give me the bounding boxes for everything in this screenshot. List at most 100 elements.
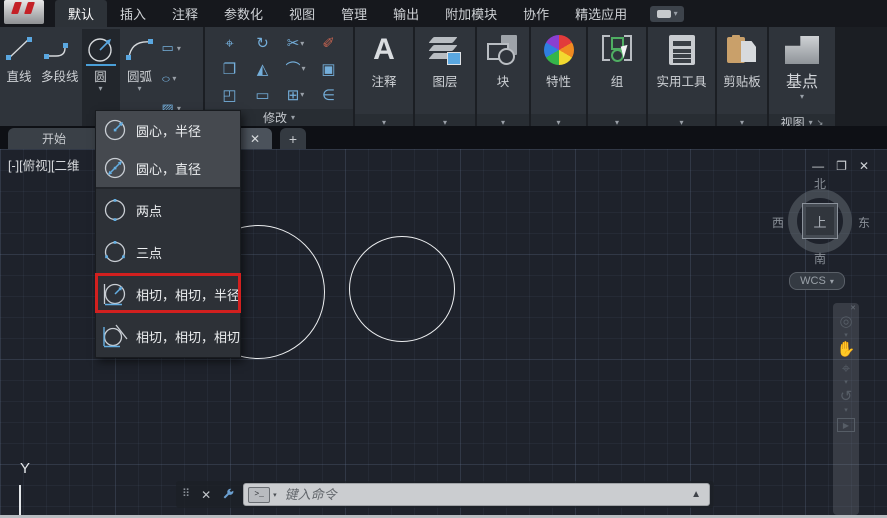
viewcube-top-face[interactable]: 上 — [802, 203, 838, 239]
annotate-icon: A — [373, 34, 395, 66]
tab-collaborate[interactable]: 协作 — [510, 0, 562, 27]
stretch-button[interactable]: ▭ — [255, 86, 269, 104]
viewport-controls[interactable]: [-][俯视][二维 — [8, 155, 80, 174]
menu-item-label: 圆心，半径 — [136, 121, 201, 140]
rectangle-button[interactable]: ▭▾ — [162, 40, 181, 56]
zoom-icon[interactable]: ⌖ — [842, 360, 850, 377]
tab-annotate[interactable]: 注释 — [159, 0, 211, 27]
copy-button[interactable]: ❐ — [223, 60, 236, 78]
start-tab[interactable]: 开始 — [8, 128, 100, 149]
customize-wrench-icon[interactable] — [221, 488, 235, 502]
close-tab-icon[interactable]: ✕ — [250, 132, 260, 146]
view-panel[interactable]: 基点 ▾ 视图 ▾ ↘ — [769, 27, 835, 131]
explode-button[interactable]: ▣ — [321, 60, 335, 78]
command-input-box[interactable]: >_ ▾ ▲ — [243, 483, 710, 506]
tab-parametric[interactable]: 参数化 — [211, 0, 276, 27]
annotate-panel[interactable]: A 注释 ▾ — [355, 27, 413, 131]
tab-addins[interactable]: 附加模块 — [432, 0, 510, 27]
move-button[interactable]: ⌖ — [225, 35, 233, 52]
polyline-label: 多段线 — [41, 66, 79, 85]
compass-north[interactable]: 北 — [814, 175, 826, 192]
menu-item-tan-tan-tan[interactable]: 相切，相切，相切 — [96, 315, 240, 357]
window-controls: — ❐ ✕ — [812, 159, 869, 173]
fillet-button[interactable]: ⌒▾ — [285, 58, 305, 79]
tab-featured-apps[interactable]: 精选应用 — [562, 0, 640, 27]
tan-tan-radius-icon — [102, 281, 128, 307]
polyline-button[interactable]: 多段线 — [38, 29, 82, 128]
rotate-button[interactable]: ↻ — [256, 34, 269, 52]
flyout-section-top: 圆心，半径 圆心，直径 — [96, 111, 240, 187]
tab-view[interactable]: 视图 — [276, 0, 328, 27]
app-logo-icon[interactable] — [4, 0, 44, 24]
center-radius-icon — [102, 117, 128, 143]
compass-west[interactable]: 西 — [772, 214, 784, 231]
circle-icon — [85, 34, 117, 64]
stretch-icon: ▭ — [255, 86, 269, 104]
fillet-icon: ⌒ — [285, 58, 300, 79]
new-tab-button[interactable]: + — [280, 128, 306, 149]
clipboard-label: 剪贴板 — [723, 71, 761, 90]
trim-button[interactable]: ✂▾ — [287, 34, 305, 52]
tab-output[interactable]: 输出 — [380, 0, 432, 27]
clipboard-icon — [727, 35, 757, 65]
calculator-icon — [669, 35, 695, 65]
media-button[interactable]: ▾ — [650, 6, 684, 22]
restore-icon[interactable]: ❐ — [836, 159, 847, 173]
menu-item-label: 圆心，直径 — [136, 159, 201, 178]
chevron-down-icon: ▾ — [302, 64, 306, 73]
layers-label: 图层 — [432, 71, 457, 90]
drawn-circle-small[interactable] — [349, 236, 455, 342]
mirror-button[interactable]: ◭ — [257, 60, 269, 78]
viewcube[interactable]: 上 北 南 西 东 — [778, 179, 862, 263]
drag-handle[interactable]: ⠿ — [182, 490, 189, 499]
command-input[interactable] — [283, 486, 683, 503]
tab-default[interactable]: 默认 — [55, 0, 107, 27]
orbit-icon[interactable]: ↺ — [840, 388, 853, 405]
array-icon: ⊞ — [287, 86, 300, 104]
arc-icon — [123, 34, 157, 64]
utilities-panel[interactable]: 实用工具 ▾ — [648, 27, 715, 131]
tab-insert[interactable]: 插入 — [107, 0, 159, 27]
chevron-down-icon[interactable]: ▾ — [273, 491, 277, 499]
navigation-wheel-icon[interactable]: ◎ — [839, 313, 852, 330]
clipboard-panel[interactable]: 剪贴板 ▾ — [717, 27, 767, 131]
group-icon — [602, 35, 632, 65]
close-icon[interactable]: ✕ — [859, 159, 869, 173]
command-prompt-icon[interactable]: >_ — [248, 487, 270, 503]
block-panel[interactable]: 块 ▾ — [477, 27, 529, 131]
menu-item-center-radius[interactable]: 圆心，半径 — [96, 111, 240, 149]
pan-icon[interactable]: ✋ — [837, 341, 856, 358]
scale-button[interactable]: ◰ — [222, 86, 236, 104]
offset-icon: ∈ — [322, 86, 335, 104]
layers-icon — [429, 35, 461, 65]
line-button[interactable]: 直线 — [0, 29, 38, 128]
chevron-down-icon[interactable]: ▾ — [99, 85, 103, 93]
menu-item-center-diameter[interactable]: 圆心，直径 — [96, 149, 240, 187]
tab-manage[interactable]: 管理 — [328, 0, 380, 27]
chevron-down-icon[interactable]: ▾ — [800, 92, 804, 101]
play-icon: ▶ — [843, 421, 849, 430]
command-history-icon[interactable]: ▲ — [691, 489, 701, 500]
navbar-close-icon[interactable]: ✕ — [850, 304, 856, 312]
chevron-down-icon[interactable]: ▾ — [138, 85, 142, 93]
close-command-icon[interactable]: ✕ — [201, 488, 211, 502]
offset-button[interactable]: ∈ — [322, 86, 335, 104]
ribbon-tab-bar: 默认 插入 注释 参数化 视图 管理 输出 附加模块 协作 精选应用 ▾ — [0, 0, 887, 27]
two-point-icon — [102, 197, 128, 223]
groups-panel[interactable]: 组 ▾ — [588, 27, 646, 131]
circle-label: 圆 — [94, 66, 107, 85]
menu-item-3point[interactable]: 三点 — [96, 231, 240, 273]
erase-button[interactable]: ✐ — [322, 34, 335, 52]
properties-panel[interactable]: 特性 ▾ — [531, 27, 586, 131]
array-button[interactable]: ⊞▾ — [287, 86, 305, 104]
compass-south[interactable]: 南 — [814, 250, 826, 267]
showmotion-icon[interactable]: ▶ — [837, 418, 855, 432]
menu-item-2point[interactable]: 两点 — [96, 189, 240, 231]
layers-panel[interactable]: 图层 ▾ — [415, 27, 475, 131]
chevron-down-icon: ▾ — [300, 39, 304, 48]
menu-item-tan-tan-radius[interactable]: 相切，相切，半径 — [96, 273, 240, 315]
minimize-icon[interactable]: — — [812, 159, 824, 173]
ellipse-button[interactable]: ○▾ — [162, 71, 181, 86]
compass-east[interactable]: 东 — [858, 214, 870, 231]
wcs-dropdown[interactable]: WCS ▾ — [789, 272, 845, 290]
